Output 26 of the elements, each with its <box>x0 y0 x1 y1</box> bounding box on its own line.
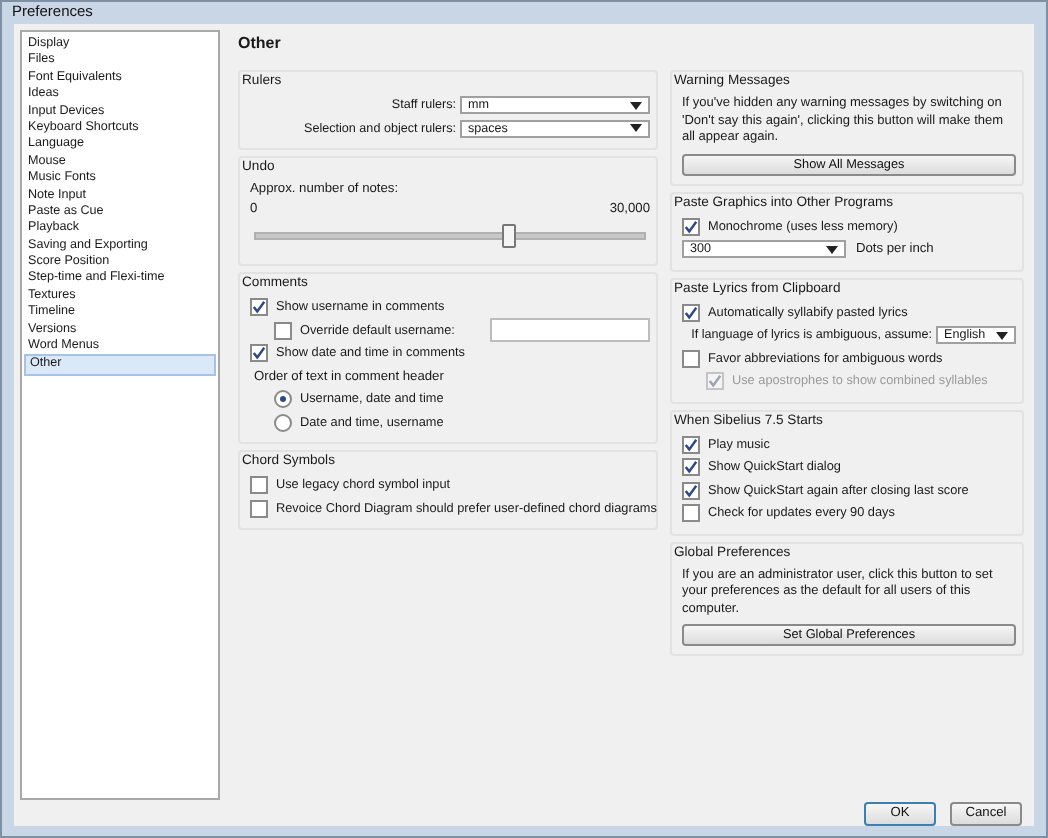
radio-button[interactable] <box>274 390 292 409</box>
checkbox[interactable] <box>682 481 700 500</box>
caret-icon <box>630 101 642 110</box>
checkbox[interactable] <box>250 476 268 495</box>
check-icon <box>684 219 698 234</box>
checkbox[interactable] <box>682 303 700 322</box>
check-icon <box>252 346 266 361</box>
check-icon <box>708 374 722 389</box>
checkbox[interactable] <box>250 298 268 317</box>
checkbox[interactable] <box>682 349 700 368</box>
checkbox[interactable] <box>682 217 700 236</box>
slider-thumb[interactable] <box>502 224 517 248</box>
check-icon <box>252 300 266 315</box>
radio-button[interactable] <box>274 413 292 432</box>
checkbox[interactable] <box>682 458 700 477</box>
checkbox[interactable] <box>682 435 700 454</box>
caret-icon <box>996 331 1008 340</box>
caret-icon <box>826 245 838 254</box>
checkbox[interactable] <box>250 499 268 518</box>
page-title: Other <box>238 32 283 56</box>
checkbox[interactable] <box>274 321 292 340</box>
username-field[interactable] <box>490 318 650 343</box>
check-icon <box>684 305 698 320</box>
caret-icon <box>630 124 642 133</box>
checkbox[interactable] <box>250 344 268 363</box>
checkbox[interactable] <box>682 504 700 523</box>
